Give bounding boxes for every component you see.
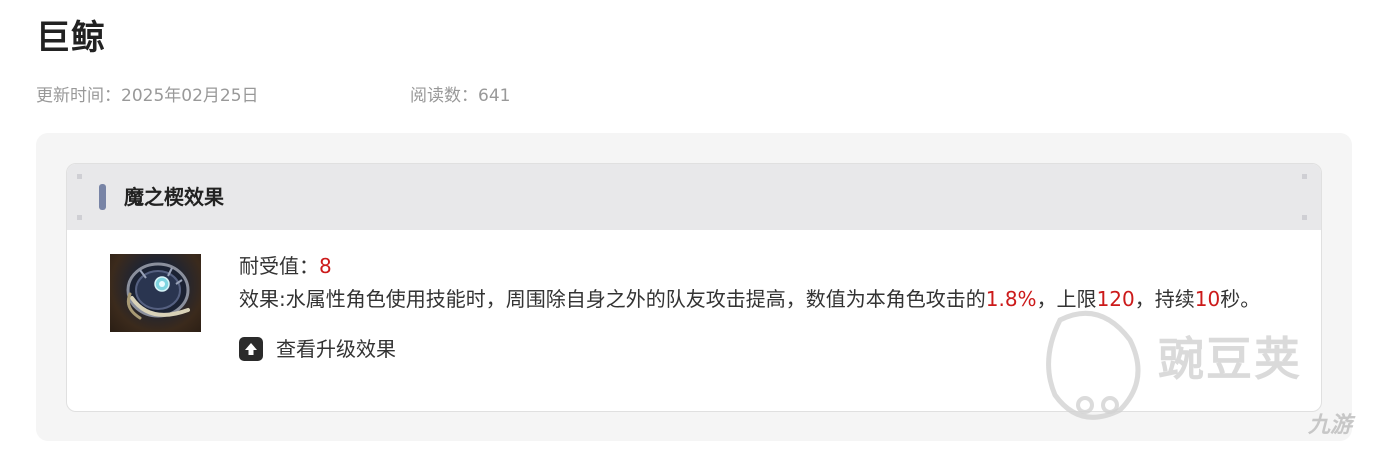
effect-limit-value: 120 <box>1096 287 1135 311</box>
header-accent-bar <box>99 184 106 210</box>
effect-limit-label: ，上限 <box>1036 287 1097 311</box>
effect-duration-value: 10 <box>1194 287 1221 311</box>
read-count: 阅读数：641 <box>410 86 511 106</box>
durability-value: 8 <box>319 254 332 278</box>
update-time: 更新时间：2025年02月25日 <box>36 86 259 106</box>
page-title: 巨鲸 <box>36 18 106 58</box>
view-upgrade-label: 查看升级效果 <box>276 337 396 361</box>
upload-arrow-icon <box>239 337 263 361</box>
effect-description: 效果:水属性角色使用技能时，周围除自身之外的队友攻击提高，数值为本角色攻击的1.… <box>239 284 1260 314</box>
demon-wedge-image <box>110 254 201 332</box>
corner-dot <box>1302 215 1307 220</box>
corner-dot <box>77 174 82 179</box>
card-header: 魔之楔效果 <box>67 164 1321 230</box>
durability-label: 耐受值： <box>239 254 319 278</box>
effect-duration-label: ，持续 <box>1134 287 1195 311</box>
corner-dot <box>1302 174 1307 179</box>
card-body: 耐受值：8 效果:水属性角色使用技能时，周围除自身之外的队友攻击提高，数值为本角… <box>67 230 1321 411</box>
view-upgrade-button[interactable]: 查看升级效果 <box>239 334 396 364</box>
effect-card: 魔之楔效果 耐受值：8 效果:水属性角色使用技能时，周围除自身之外的队友攻击提高… <box>66 163 1322 412</box>
effect-prefix: 效果:水属性角色使用技能时，周围除自身之外的队友攻击提高，数值为本角色攻击的 <box>239 287 986 311</box>
corner-dot <box>77 215 82 220</box>
effect-percent: 1.8% <box>985 287 1037 311</box>
card-title: 魔之楔效果 <box>124 185 224 209</box>
page: 巨鲸 更新时间：2025年02月25日 阅读数：641 魔之楔效果 耐受值：8 … <box>0 0 1380 450</box>
effect-suffix: 秒。 <box>1220 287 1261 311</box>
durability-line: 耐受值：8 <box>239 251 332 281</box>
